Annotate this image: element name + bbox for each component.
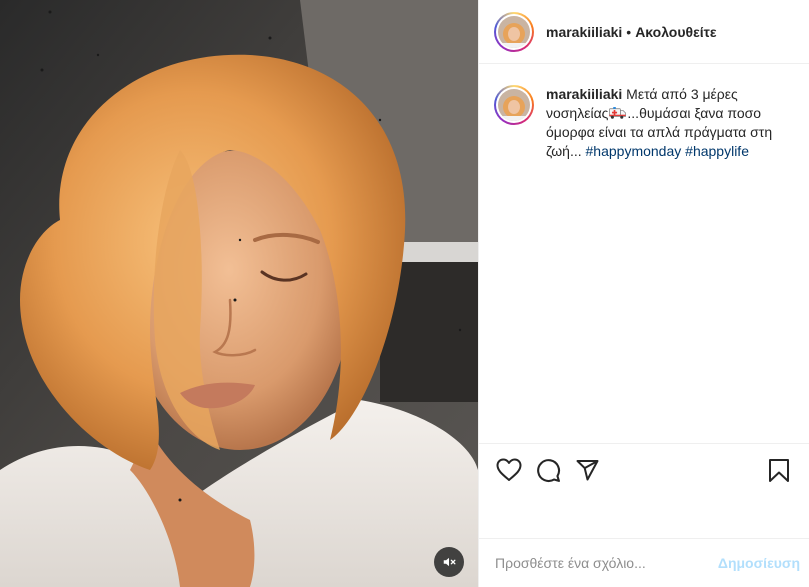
header-separator: • xyxy=(626,23,632,40)
heart-icon xyxy=(496,458,522,481)
like-button[interactable] xyxy=(495,456,523,484)
caption-text: marakiiliaki Μετά από 3 μέρες νοσηλείας … xyxy=(546,85,799,161)
comment-input[interactable] xyxy=(495,553,718,573)
comment-button[interactable] xyxy=(534,456,562,484)
comment-composer: Δημοσίευση xyxy=(479,538,809,587)
profile-photo-icon xyxy=(498,15,530,48)
following-status-button[interactable]: Ακολουθείτε xyxy=(635,24,716,40)
paper-plane-icon xyxy=(576,460,598,481)
caption-username[interactable]: marakiiliaki xyxy=(546,86,622,102)
ambulance-emoji-icon xyxy=(609,107,627,119)
comment-bubble-icon xyxy=(536,458,560,482)
post-comment-button[interactable]: Δημοσίευση xyxy=(718,555,800,571)
post-media[interactable] xyxy=(0,0,478,587)
save-button[interactable] xyxy=(765,456,793,484)
bookmark-icon xyxy=(769,458,789,482)
hashtag-link[interactable]: #happymonday xyxy=(586,143,682,159)
hashtag-link[interactable]: #happylife xyxy=(685,143,749,159)
author-avatar[interactable] xyxy=(494,11,534,52)
speaker-muted-icon xyxy=(443,557,456,567)
instagram-post: marakiiliaki • Ακολουθείτε marakiiliaki … xyxy=(0,0,809,587)
post-header: marakiiliaki • Ακολουθείτε xyxy=(479,0,809,64)
profile-photo-icon xyxy=(498,89,530,121)
post-photo xyxy=(0,0,478,587)
caption-author-avatar[interactable] xyxy=(494,85,534,125)
post-actions-bar xyxy=(479,443,809,491)
author-username[interactable]: marakiiliaki xyxy=(546,24,622,40)
share-button[interactable] xyxy=(573,456,601,484)
post-side-panel: marakiiliaki • Ακολουθείτε marakiiliaki … xyxy=(478,0,809,587)
mute-toggle-button[interactable] xyxy=(434,547,464,577)
post-caption: marakiiliaki Μετά από 3 μέρες νοσηλείας … xyxy=(494,85,799,161)
